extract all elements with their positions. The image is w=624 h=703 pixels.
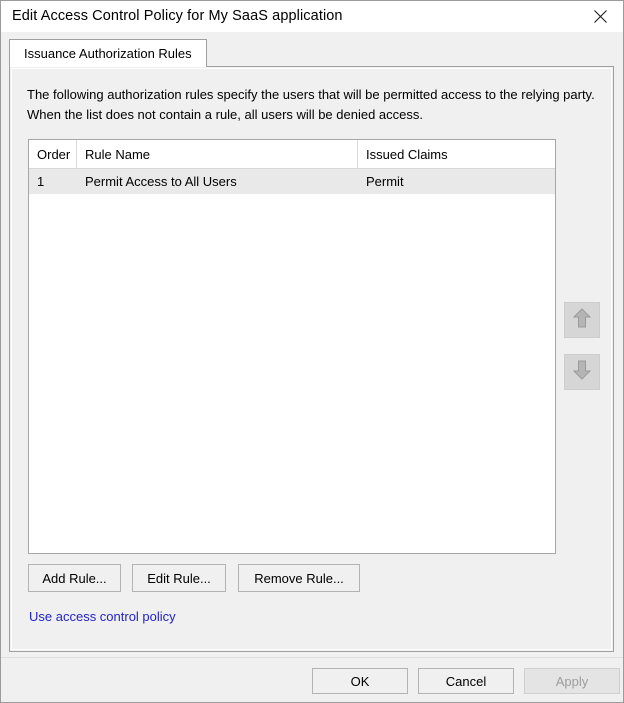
ok-button[interactable]: OK [312,668,408,694]
arrow-up-icon [572,307,592,334]
window-title: Edit Access Control Policy for My SaaS a… [12,8,343,24]
description-text: The following authorization rules specif… [27,87,595,122]
move-rule-down-button[interactable] [564,354,600,390]
remove-rule-button[interactable]: Remove Rule... [238,564,360,592]
column-header-rule-name[interactable]: Rule Name [77,140,358,169]
arrow-down-icon [572,359,592,386]
rules-list[interactable]: Order Rule Name Issued Claims 1 Permit A… [28,139,556,554]
edit-rule-button[interactable]: Edit Rule... [132,564,226,592]
tab-issuance-authorization-rules[interactable]: Issuance Authorization Rules [9,39,207,67]
close-icon [593,10,607,23]
close-button[interactable] [577,1,623,32]
footer-separator [1,657,623,658]
title-bar: Edit Access Control Policy for My SaaS a… [1,1,623,32]
cell-order: 1 [37,174,45,189]
rules-list-header: Order Rule Name Issued Claims [29,140,555,169]
cancel-button[interactable]: Cancel [418,668,514,694]
edit-access-control-policy-dialog: Edit Access Control Policy for My SaaS a… [0,0,624,703]
column-header-order[interactable]: Order [29,140,77,169]
table-row[interactable]: 1 Permit Access to All Users Permit [29,169,555,194]
cell-rule-name: Permit Access to All Users [85,174,237,189]
column-header-issued-claims[interactable]: Issued Claims [358,140,555,169]
use-access-control-policy-link[interactable]: Use access control policy [29,609,176,624]
move-rule-up-button[interactable] [564,302,600,338]
add-rule-button[interactable]: Add Rule... [28,564,121,592]
apply-button[interactable]: Apply [524,668,620,694]
tab-strip: Issuance Authorization Rules [9,39,615,67]
cell-issued-claims: Permit [366,174,404,189]
tab-label: Issuance Authorization Rules [24,46,192,61]
